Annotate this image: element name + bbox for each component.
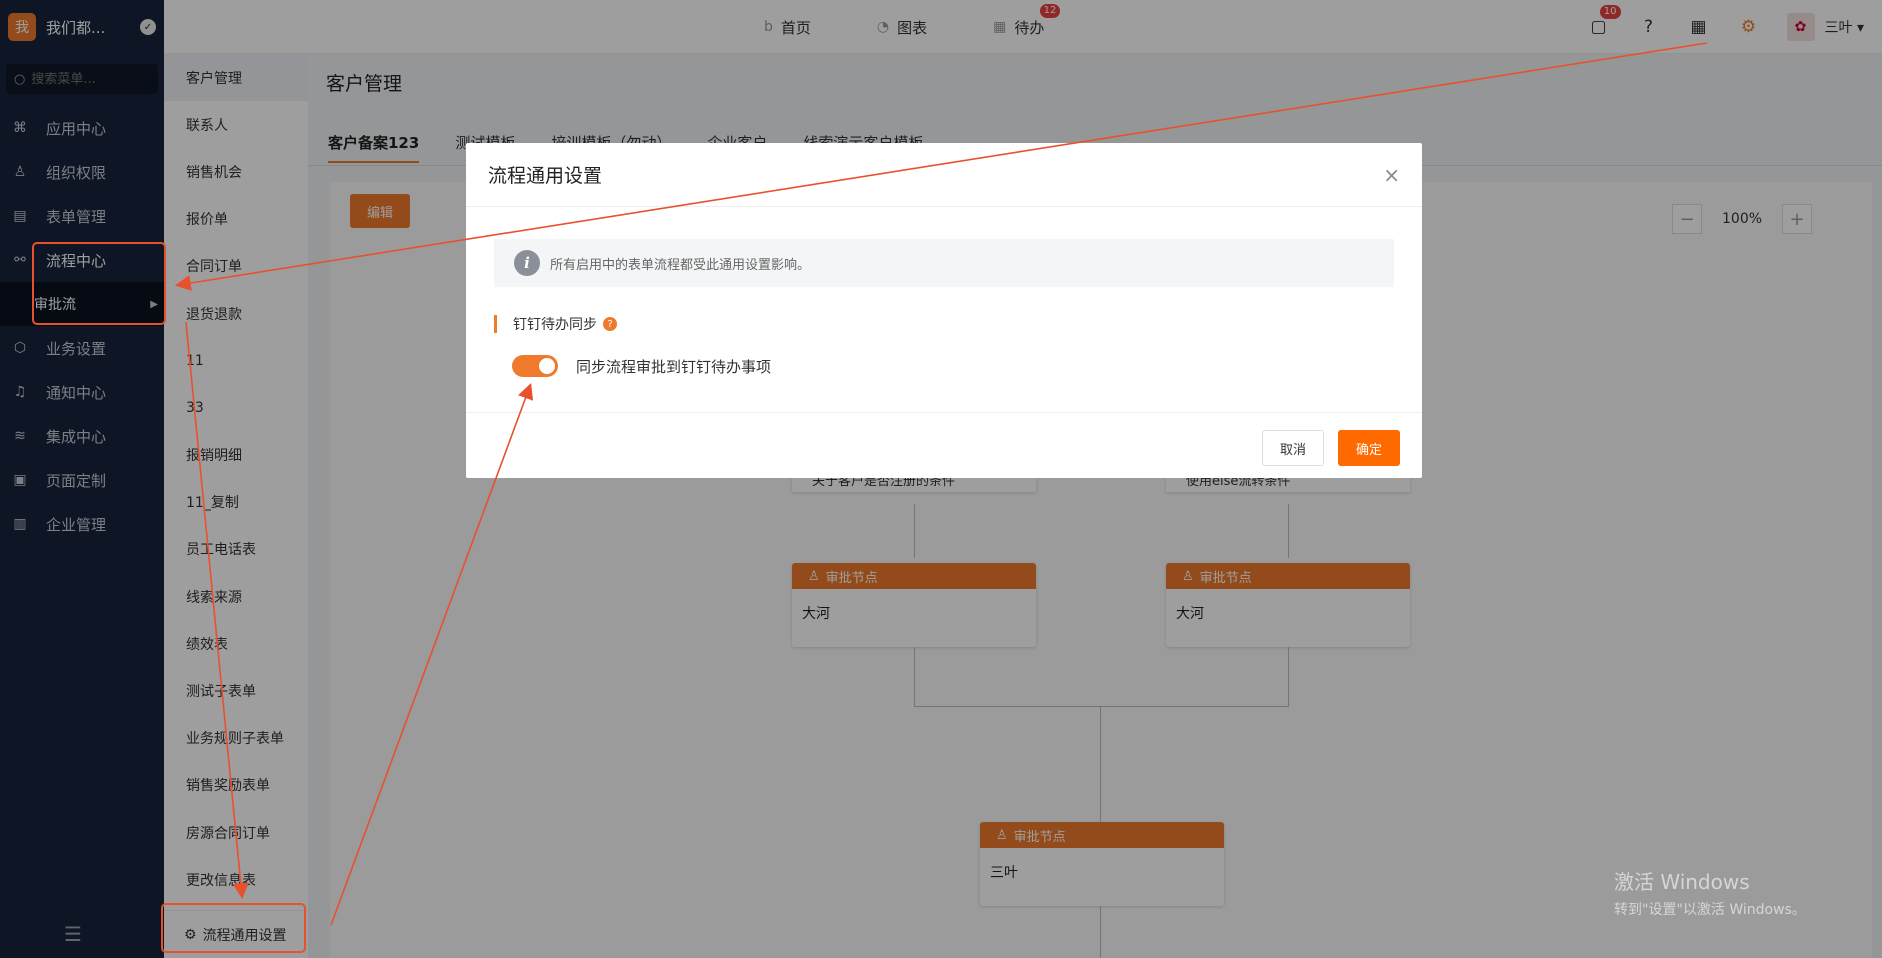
annotation-box-flow-center xyxy=(32,242,166,325)
watermark-line2: 转到"设置"以激活 Windows。 xyxy=(1614,902,1806,918)
info-icon: i xyxy=(514,250,540,276)
sync-toggle-row: 同步流程审批到钉钉待办事项 xyxy=(512,355,771,377)
watermark-line1: 激活 Windows xyxy=(1614,870,1750,894)
info-text: 所有启用中的表单流程都受此通用设置影响。 xyxy=(550,257,811,273)
section-title: 钉钉待办同步 ? xyxy=(494,315,617,333)
section-title-text: 钉钉待办同步 xyxy=(513,317,597,333)
flow-settings-modal: 流程通用设置 × i 所有启用中的表单流程都受此通用设置影响。 钉钉待办同步 ?… xyxy=(466,143,1422,478)
help-icon[interactable]: ? xyxy=(603,317,617,331)
info-banner: i 所有启用中的表单流程都受此通用设置影响。 xyxy=(494,239,1394,287)
windows-watermark: 激活 Windows 转到"设置"以激活 Windows。 xyxy=(1614,866,1806,919)
modal-footer: 取消 确定 xyxy=(466,412,1422,478)
annotation-box-settings xyxy=(161,903,306,953)
confirm-button[interactable]: 确定 xyxy=(1338,430,1400,466)
sync-dingtalk-toggle[interactable] xyxy=(512,355,558,377)
modal-header: 流程通用设置 × xyxy=(466,143,1422,207)
cancel-button[interactable]: 取消 xyxy=(1262,430,1324,466)
toggle-knob xyxy=(539,358,555,374)
close-icon[interactable]: × xyxy=(1383,163,1400,187)
sync-toggle-label: 同步流程审批到钉钉待办事项 xyxy=(576,357,772,376)
modal-title: 流程通用设置 xyxy=(488,165,603,187)
